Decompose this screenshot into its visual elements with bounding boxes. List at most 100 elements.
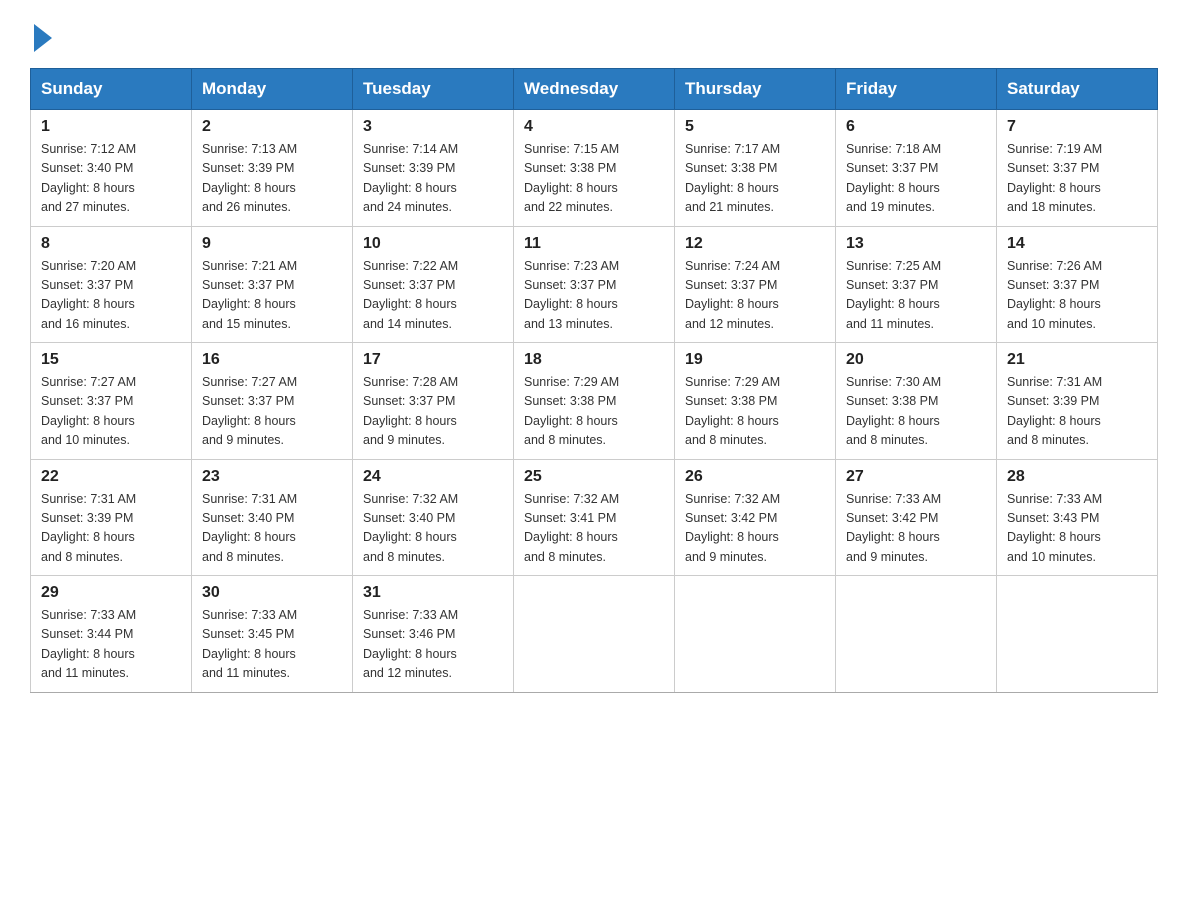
day-number: 25 (524, 468, 664, 486)
day-info: Sunrise: 7:12 AMSunset: 3:40 PMDaylight:… (41, 140, 181, 218)
day-number: 3 (363, 118, 503, 136)
day-number: 11 (524, 235, 664, 253)
day-info: Sunrise: 7:29 AMSunset: 3:38 PMDaylight:… (524, 373, 664, 451)
weekday-header-wednesday: Wednesday (514, 69, 675, 110)
day-info: Sunrise: 7:19 AMSunset: 3:37 PMDaylight:… (1007, 140, 1147, 218)
day-number: 19 (685, 351, 825, 369)
day-info: Sunrise: 7:26 AMSunset: 3:37 PMDaylight:… (1007, 257, 1147, 335)
day-info: Sunrise: 7:25 AMSunset: 3:37 PMDaylight:… (846, 257, 986, 335)
day-number: 4 (524, 118, 664, 136)
day-info: Sunrise: 7:33 AMSunset: 3:46 PMDaylight:… (363, 606, 503, 684)
day-number: 2 (202, 118, 342, 136)
calendar-cell: 4 Sunrise: 7:15 AMSunset: 3:38 PMDaylight… (514, 110, 675, 227)
day-info: Sunrise: 7:32 AMSunset: 3:42 PMDaylight:… (685, 490, 825, 568)
calendar-cell: 9 Sunrise: 7:21 AMSunset: 3:37 PMDaylight… (192, 226, 353, 343)
day-info: Sunrise: 7:23 AMSunset: 3:37 PMDaylight:… (524, 257, 664, 335)
logo-arrow-icon (34, 24, 52, 52)
day-info: Sunrise: 7:29 AMSunset: 3:38 PMDaylight:… (685, 373, 825, 451)
day-number: 9 (202, 235, 342, 253)
calendar-cell: 15Sunrise: 7:27 AMSunset: 3:37 PMDayligh… (31, 343, 192, 460)
calendar-cell: 28 Sunrise: 7:33 AMSunset: 3:43 PMDayligh… (997, 459, 1158, 576)
day-number: 16 (202, 351, 342, 369)
day-info: Sunrise: 7:33 AMSunset: 3:42 PMDaylight:… (846, 490, 986, 568)
day-number: 26 (685, 468, 825, 486)
calendar-cell: 13 Sunrise: 7:25 AMSunset: 3:37 PMDayligh… (836, 226, 997, 343)
day-info: Sunrise: 7:17 AMSunset: 3:38 PMDaylight:… (685, 140, 825, 218)
day-info: Sunrise: 7:15 AMSunset: 3:38 PMDaylight:… (524, 140, 664, 218)
logo (30, 20, 52, 48)
day-info: Sunrise: 7:30 AMSunset: 3:38 PMDaylight:… (846, 373, 986, 451)
day-number: 29 (41, 584, 181, 602)
calendar-table: SundayMondayTuesdayWednesdayThursdayFrid… (30, 68, 1158, 693)
day-number: 14 (1007, 235, 1147, 253)
day-info: Sunrise: 7:20 AMSunset: 3:37 PMDaylight:… (41, 257, 181, 335)
calendar-cell: 16Sunrise: 7:27 AMSunset: 3:37 PMDayligh… (192, 343, 353, 460)
day-info: Sunrise: 7:31 AMSunset: 3:40 PMDaylight:… (202, 490, 342, 568)
calendar-cell: 21 Sunrise: 7:31 AMSunset: 3:39 PMDayligh… (997, 343, 1158, 460)
calendar-header-row: SundayMondayTuesdayWednesdayThursdayFrid… (31, 69, 1158, 110)
day-number: 21 (1007, 351, 1147, 369)
calendar-cell: 10 Sunrise: 7:22 AMSunset: 3:37 PMDayligh… (353, 226, 514, 343)
calendar-cell: 14 Sunrise: 7:26 AMSunset: 3:37 PMDayligh… (997, 226, 1158, 343)
calendar-cell: 6 Sunrise: 7:18 AMSunset: 3:37 PMDaylight… (836, 110, 997, 227)
weekday-header-thursday: Thursday (675, 69, 836, 110)
weekday-header-sunday: Sunday (31, 69, 192, 110)
day-number: 7 (1007, 118, 1147, 136)
calendar-cell: 7 Sunrise: 7:19 AMSunset: 3:37 PMDaylight… (997, 110, 1158, 227)
day-number: 18 (524, 351, 664, 369)
calendar-week-row: 22 Sunrise: 7:31 AMSunset: 3:39 PMDayligh… (31, 459, 1158, 576)
calendar-cell (836, 576, 997, 693)
calendar-cell: 5 Sunrise: 7:17 AMSunset: 3:38 PMDaylight… (675, 110, 836, 227)
day-info: Sunrise: 7:14 AMSunset: 3:39 PMDaylight:… (363, 140, 503, 218)
calendar-cell: 1 Sunrise: 7:12 AMSunset: 3:40 PMDaylight… (31, 110, 192, 227)
calendar-cell: 11 Sunrise: 7:23 AMSunset: 3:37 PMDayligh… (514, 226, 675, 343)
calendar-cell: 31 Sunrise: 7:33 AMSunset: 3:46 PMDayligh… (353, 576, 514, 693)
day-info: Sunrise: 7:27 AMSunset: 3:37 PMDaylight:… (41, 373, 181, 451)
calendar-cell: 20 Sunrise: 7:30 AMSunset: 3:38 PMDayligh… (836, 343, 997, 460)
calendar-week-row: 8 Sunrise: 7:20 AMSunset: 3:37 PMDaylight… (31, 226, 1158, 343)
day-number: 22 (41, 468, 181, 486)
day-number: 8 (41, 235, 181, 253)
calendar-cell: 17Sunrise: 7:28 AMSunset: 3:37 PMDayligh… (353, 343, 514, 460)
calendar-cell (675, 576, 836, 693)
day-number: 6 (846, 118, 986, 136)
day-number: 30 (202, 584, 342, 602)
day-number: 17 (363, 351, 503, 369)
calendar-cell: 23Sunrise: 7:31 AMSunset: 3:40 PMDayligh… (192, 459, 353, 576)
calendar-cell (514, 576, 675, 693)
weekday-header-tuesday: Tuesday (353, 69, 514, 110)
day-info: Sunrise: 7:22 AMSunset: 3:37 PMDaylight:… (363, 257, 503, 335)
weekday-header-monday: Monday (192, 69, 353, 110)
calendar-cell: 24Sunrise: 7:32 AMSunset: 3:40 PMDayligh… (353, 459, 514, 576)
calendar-week-row: 15Sunrise: 7:27 AMSunset: 3:37 PMDayligh… (31, 343, 1158, 460)
day-info: Sunrise: 7:21 AMSunset: 3:37 PMDaylight:… (202, 257, 342, 335)
day-number: 13 (846, 235, 986, 253)
day-number: 1 (41, 118, 181, 136)
day-info: Sunrise: 7:18 AMSunset: 3:37 PMDaylight:… (846, 140, 986, 218)
calendar-cell: 18 Sunrise: 7:29 AMSunset: 3:38 PMDayligh… (514, 343, 675, 460)
day-number: 12 (685, 235, 825, 253)
day-number: 28 (1007, 468, 1147, 486)
day-info: Sunrise: 7:33 AMSunset: 3:45 PMDaylight:… (202, 606, 342, 684)
calendar-cell: 25Sunrise: 7:32 AMSunset: 3:41 PMDayligh… (514, 459, 675, 576)
calendar-week-row: 1 Sunrise: 7:12 AMSunset: 3:40 PMDaylight… (31, 110, 1158, 227)
calendar-cell: 12Sunrise: 7:24 AMSunset: 3:37 PMDayligh… (675, 226, 836, 343)
calendar-week-row: 29 Sunrise: 7:33 AMSunset: 3:44 PMDayligh… (31, 576, 1158, 693)
day-info: Sunrise: 7:33 AMSunset: 3:43 PMDaylight:… (1007, 490, 1147, 568)
day-info: Sunrise: 7:31 AMSunset: 3:39 PMDaylight:… (1007, 373, 1147, 451)
calendar-cell: 27Sunrise: 7:33 AMSunset: 3:42 PMDayligh… (836, 459, 997, 576)
day-number: 10 (363, 235, 503, 253)
day-number: 20 (846, 351, 986, 369)
day-info: Sunrise: 7:33 AMSunset: 3:44 PMDaylight:… (41, 606, 181, 684)
weekday-header-saturday: Saturday (997, 69, 1158, 110)
calendar-cell: 2 Sunrise: 7:13 AMSunset: 3:39 PMDaylight… (192, 110, 353, 227)
day-number: 5 (685, 118, 825, 136)
weekday-header-friday: Friday (836, 69, 997, 110)
calendar-cell: 30 Sunrise: 7:33 AMSunset: 3:45 PMDayligh… (192, 576, 353, 693)
day-info: Sunrise: 7:31 AMSunset: 3:39 PMDaylight:… (41, 490, 181, 568)
calendar-cell: 19 Sunrise: 7:29 AMSunset: 3:38 PMDayligh… (675, 343, 836, 460)
calendar-cell: 8 Sunrise: 7:20 AMSunset: 3:37 PMDaylight… (31, 226, 192, 343)
day-info: Sunrise: 7:13 AMSunset: 3:39 PMDaylight:… (202, 140, 342, 218)
calendar-cell (997, 576, 1158, 693)
day-number: 31 (363, 584, 503, 602)
